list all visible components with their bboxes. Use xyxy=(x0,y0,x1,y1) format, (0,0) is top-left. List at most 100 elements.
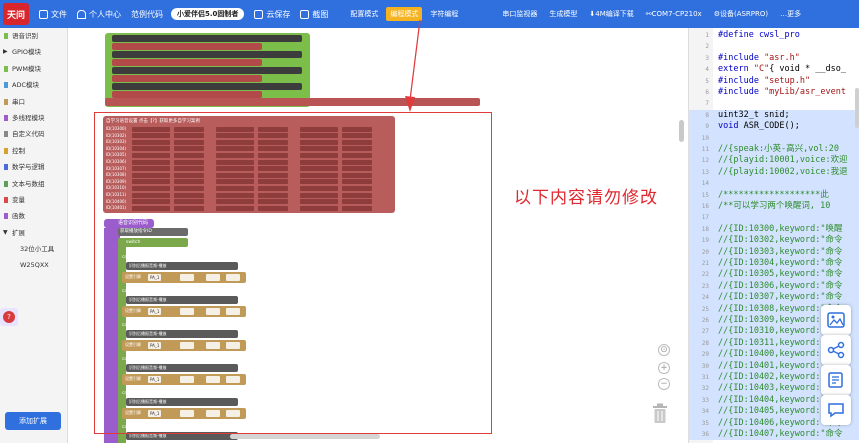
setup-statement-block[interactable] xyxy=(112,35,302,42)
trash-icon[interactable] xyxy=(651,402,669,424)
line-number: 5 xyxy=(705,77,709,85)
code-line[interactable]: 22 //{ID:10305,keyword:"命令 xyxy=(689,269,859,281)
category-item[interactable]: 变量 xyxy=(0,192,67,208)
category-color-swatch xyxy=(4,114,8,121)
code-line[interactable]: 2 xyxy=(689,41,859,52)
code-text: #include "myLib/asr_event xyxy=(718,87,846,98)
category-item[interactable]: 控制 xyxy=(0,143,67,159)
setup-statement-block[interactable] xyxy=(112,51,302,58)
edit-note-button[interactable] xyxy=(821,365,851,395)
code-line[interactable]: 1 #define cwsl_pro xyxy=(689,30,859,41)
more-button[interactable]: … 更多 xyxy=(780,9,801,19)
category-label: 语音识别 xyxy=(12,32,38,40)
long-command-block[interactable] xyxy=(105,98,480,106)
category-label: 串口 xyxy=(12,97,25,106)
setup-statement-block[interactable] xyxy=(112,91,262,98)
code-line[interactable]: 17 xyxy=(689,212,859,224)
category-item[interactable]: 函数 xyxy=(0,208,67,224)
add-extension-button[interactable]: 添加扩展 xyxy=(5,412,61,430)
code-line[interactable]: 24 //{ID:10307,keyword:"命令 xyxy=(689,292,859,304)
workspace-vertical-scrollbar[interactable] xyxy=(679,120,684,142)
generate-model-button[interactable]: 生成模型 xyxy=(549,9,577,19)
extension-sub-item[interactable]: 32位小工具 xyxy=(0,241,67,257)
code-line[interactable]: 5 #include "setup.h" xyxy=(689,76,859,87)
code-line[interactable]: 23 //{ID:10306,keyword:"命令 xyxy=(689,280,859,293)
code-text: //{ID:10305,keyword:"命令 xyxy=(718,269,842,280)
category-item[interactable]: ADC模块 xyxy=(0,77,67,93)
setup-statement-block[interactable] xyxy=(112,43,262,50)
extension-icon[interactable]: ? xyxy=(0,308,18,326)
code-line[interactable]: 21 //{ID:10304,keyword:"命令 xyxy=(689,258,859,270)
code-text: //{ID:10303,keyword:"命令 xyxy=(718,247,842,258)
line-number: 34 xyxy=(701,408,709,416)
category-item[interactable]: 语音识别 xyxy=(0,28,67,44)
category-item[interactable]: 串口 xyxy=(0,94,67,110)
code-line[interactable]: 36 //{ID:10407,keyword:"命令 xyxy=(689,429,859,441)
setup-statement-block[interactable] xyxy=(112,75,262,82)
code-line[interactable]: 3 #include "asr.h" xyxy=(689,53,859,64)
screenshot-button[interactable]: 截图 xyxy=(300,9,328,20)
code-line[interactable]: 15 /*******************此 xyxy=(689,189,859,201)
code-token: uint32_t snid; xyxy=(718,109,790,120)
serial-monitor-button[interactable]: 串口监视器 xyxy=(502,9,537,19)
image-tool-button[interactable] xyxy=(821,305,851,335)
code-line[interactable]: 4 extern "C"{ void * __dso_ xyxy=(689,64,859,75)
zoom-in-button[interactable]: + xyxy=(658,362,670,374)
line-number: 16 xyxy=(701,203,709,210)
feedback-button[interactable] xyxy=(821,395,851,425)
category-item[interactable]: ▶ GPIO模块 xyxy=(0,44,67,60)
project-name-field[interactable]: 小爱伴侣5.0固制者 xyxy=(171,8,245,20)
file-menu[interactable]: 文件 xyxy=(39,9,67,20)
port-selector[interactable]: ⚯ COM7-CP210x xyxy=(646,10,702,18)
setup-statement-block[interactable] xyxy=(112,59,262,66)
profile-button[interactable]: 个人中心 xyxy=(77,9,121,20)
code-line[interactable]: 9 void ASR_CODE(); xyxy=(689,121,859,133)
image-icon xyxy=(827,312,845,328)
code-line[interactable]: 11 //{speak:小英-高兴,vol:20 xyxy=(689,144,859,156)
target-icon: ⊙ xyxy=(660,345,668,355)
download-button[interactable]: ⬇ 4M编译下载 xyxy=(589,9,633,19)
code-token: void xyxy=(718,121,744,132)
code-line[interactable]: 7 xyxy=(689,98,859,109)
mode-programming[interactable]: 编程模式 xyxy=(386,7,423,21)
code-line[interactable]: 14 xyxy=(689,178,859,190)
device-selector[interactable]: ⚙ 设备(ASRPRO) xyxy=(714,9,768,19)
code-text: //{ID:10304,keyword:"命令 xyxy=(718,258,842,269)
mode-text-programming[interactable]: 字符编程 xyxy=(426,7,462,21)
line-number: 13 xyxy=(701,168,709,176)
line-number: 31 xyxy=(701,374,709,381)
line-number: 24 xyxy=(701,294,709,302)
examples-button[interactable]: 范例代码 xyxy=(131,9,163,20)
zoom-out-button[interactable]: − xyxy=(658,378,670,390)
mode-config[interactable]: 配置模式 xyxy=(346,7,382,21)
line-number: 10 xyxy=(701,134,709,142)
code-line[interactable]: 6 #include "myLib/asr_event xyxy=(689,87,859,98)
code-line[interactable]: 20 //{ID:10303,keyword:"命令 xyxy=(689,246,859,258)
category-item[interactable]: 数学与逻辑 xyxy=(0,159,67,175)
category-item[interactable]: 多线程模块 xyxy=(0,110,67,126)
code-line[interactable]: 13 //{playid:10002,voice:我退 xyxy=(689,166,859,179)
code-token: //{ID:10407,keyword:"命令 xyxy=(718,429,843,439)
save-icon xyxy=(254,9,264,19)
category-item[interactable]: 文本与数组 xyxy=(0,176,67,192)
code-scrollbar[interactable] xyxy=(855,88,859,128)
code-line[interactable]: 12 //{playid:10001,voice:欢迎 xyxy=(689,155,859,167)
category-color-swatch xyxy=(4,33,8,39)
code-line[interactable]: 16 /**可以学习两个唤醒词, 10 xyxy=(689,201,859,213)
category-item[interactable]: 自定义代码 xyxy=(0,126,67,142)
category-item[interactable]: ▼ 扩展 xyxy=(0,225,67,241)
setup-statement-block[interactable] xyxy=(112,83,302,90)
category-item[interactable]: PWM模块 xyxy=(0,61,67,77)
code-line[interactable]: 8 uint32_t snid; xyxy=(689,109,859,122)
share-button[interactable] xyxy=(821,335,851,365)
cloud-save-button[interactable]: 云保存 xyxy=(254,9,290,20)
code-line[interactable]: 10 xyxy=(689,132,859,144)
code-line[interactable]: 19 //{ID:10302,keyword:"命令 xyxy=(689,235,859,247)
setup-statement-block[interactable] xyxy=(112,67,302,74)
recenter-button[interactable]: ⊙ xyxy=(658,344,670,356)
code-text: /**可以学习两个唤醒词, 10 xyxy=(718,201,830,212)
code-line[interactable]: 18 //{ID:10300,keyword:"唤醒 xyxy=(689,223,859,236)
code-token: "asr.h" xyxy=(764,52,800,63)
extension-sub-item[interactable]: W25QXX xyxy=(0,257,67,273)
workspace-horizontal-scrollbar[interactable] xyxy=(230,434,380,439)
